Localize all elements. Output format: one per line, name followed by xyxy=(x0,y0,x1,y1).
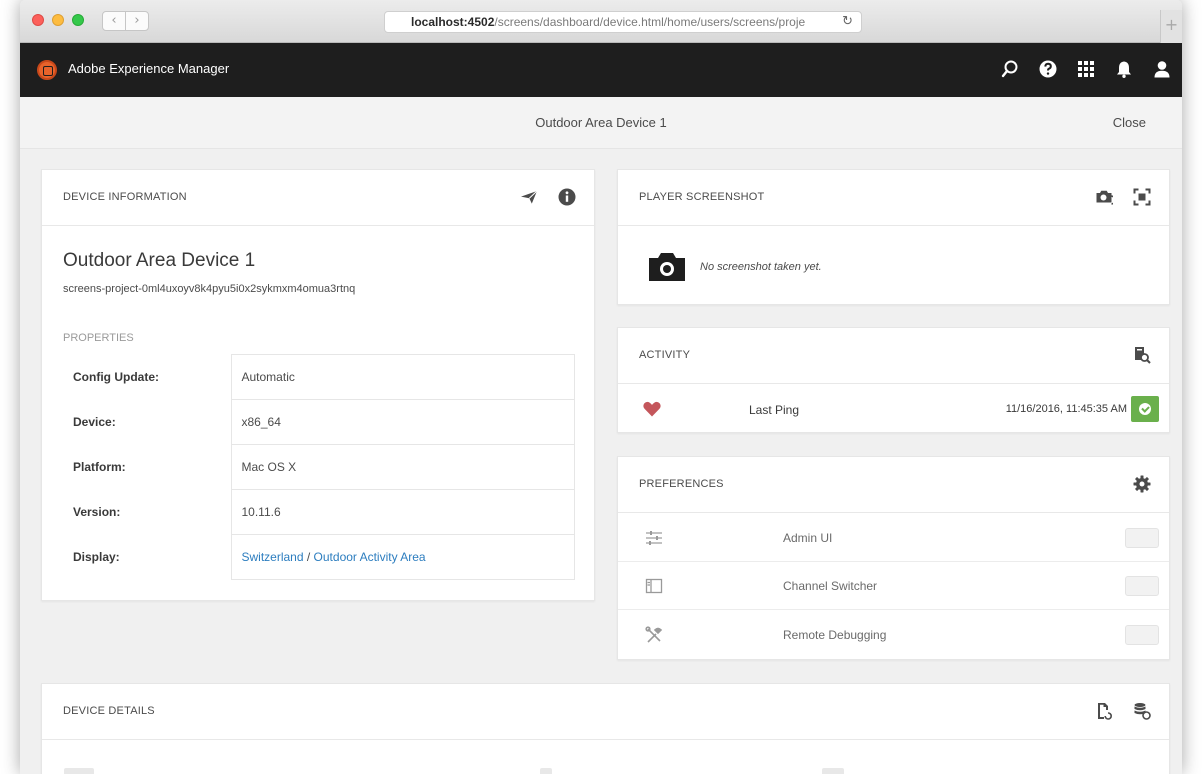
shell-title[interactable]: Adobe Experience Manager xyxy=(68,61,229,76)
property-value: 10.11.6 xyxy=(230,489,575,535)
forward-button[interactable]: › xyxy=(125,11,149,31)
card-title: ACTIVITY xyxy=(639,349,691,361)
detail-label xyxy=(822,768,844,774)
card-actions xyxy=(1133,475,1151,493)
display-link-outdoor-activity-area[interactable]: Outdoor Activity Area xyxy=(314,550,426,564)
player-screenshot-card: PLAYER SCREENSHOT No screenshot taken ye… xyxy=(617,169,1170,305)
property-key: Platform: xyxy=(63,444,232,490)
property-key: Display: xyxy=(63,534,232,580)
last-ping-label: Last Ping xyxy=(749,403,800,417)
preference-label: Channel Switcher xyxy=(783,579,878,593)
table-row: Platform: Mac OS X xyxy=(63,444,575,490)
card-title: DEVICE INFORMATION xyxy=(63,191,187,203)
search-icon[interactable] xyxy=(1000,59,1020,79)
close-window-button[interactable] xyxy=(32,14,44,26)
screenshot-empty-state: No screenshot taken yet. xyxy=(648,252,822,282)
property-value: Mac OS X xyxy=(230,444,575,490)
url-host: localhost:4502 xyxy=(411,15,495,29)
card-header: DEVICE INFORMATION xyxy=(42,170,594,226)
info-icon[interactable] xyxy=(558,188,576,206)
no-screenshot-text: No screenshot taken yet. xyxy=(700,261,822,273)
browser-titlebar: ‹ › localhost:4502/screens/dashboard/dev… xyxy=(20,0,1182,44)
browser-window: ‹ › localhost:4502/screens/dashboard/dev… xyxy=(20,0,1182,774)
device-name: Outdoor Area Device 1 xyxy=(63,250,256,271)
display-link-switzerland[interactable]: Switzerland xyxy=(242,550,304,564)
card-title: PLAYER SCREENSHOT xyxy=(639,191,765,203)
help-icon[interactable] xyxy=(1038,59,1058,79)
device-details-card: DEVICE DETAILS xyxy=(41,683,1170,774)
property-key: Config Update: xyxy=(63,354,232,400)
table-row: Display: Switzerland / Outdoor Activity … xyxy=(63,534,575,580)
card-header: PREFERENCES xyxy=(618,457,1169,513)
activity-card: ACTIVITY Last Ping 11/16/2016, 11:45:35 … xyxy=(617,327,1170,433)
export-icon[interactable] xyxy=(1095,702,1113,720)
card-title: DEVICE DETAILS xyxy=(63,705,155,717)
card-actions xyxy=(1095,702,1151,720)
close-button[interactable]: Close xyxy=(1113,115,1146,130)
shell-actions xyxy=(1000,59,1172,79)
sliders-icon xyxy=(644,528,664,548)
property-value: Automatic xyxy=(230,354,575,400)
property-value: Switzerland / Outdoor Activity Area xyxy=(230,534,575,580)
card-title: PREFERENCES xyxy=(639,478,724,490)
property-key: Version: xyxy=(63,489,232,535)
card-actions xyxy=(1095,188,1151,206)
tools-icon xyxy=(644,625,664,645)
device-information-card: DEVICE INFORMATION Outdoor Area Device 1… xyxy=(41,169,595,601)
notifications-icon[interactable] xyxy=(1114,59,1134,79)
activity-row-last-ping: Last Ping 11/16/2016, 11:45:35 AM xyxy=(618,384,1169,432)
detail-label xyxy=(64,768,94,774)
card-header: ACTIVITY xyxy=(618,328,1169,384)
user-icon[interactable] xyxy=(1152,59,1172,79)
zoom-window-button[interactable] xyxy=(72,14,84,26)
properties-label: PROPERTIES xyxy=(63,332,134,344)
send-icon[interactable] xyxy=(520,188,538,206)
back-button[interactable]: ‹ xyxy=(102,11,126,31)
card-actions xyxy=(520,188,576,206)
device-id: screens-project-0ml4uxoyv8k4pyu5i0x2sykm… xyxy=(63,283,356,295)
apps-icon[interactable] xyxy=(1076,59,1096,79)
preferences-card: PREFERENCES Admin UI Channel Switcher Re… xyxy=(617,456,1170,660)
preference-label: Admin UI xyxy=(783,531,833,545)
remote-debugging-toggle[interactable] xyxy=(1125,625,1159,645)
refresh-screenshot-icon[interactable] xyxy=(1095,188,1116,206)
page-header: Outdoor Area Device 1 Close xyxy=(20,97,1182,149)
new-tab-button[interactable]: + xyxy=(1160,10,1182,44)
aem-shell-bar: Adobe Experience Manager xyxy=(20,43,1182,97)
display-separator: / xyxy=(303,550,314,564)
aem-logo-icon[interactable] xyxy=(37,60,57,80)
minimize-window-button[interactable] xyxy=(52,14,64,26)
page-title: Outdoor Area Device 1 xyxy=(535,115,667,130)
detail-label xyxy=(540,768,552,774)
admin-ui-toggle[interactable] xyxy=(1125,528,1159,548)
card-header: PLAYER SCREENSHOT xyxy=(618,170,1169,226)
reload-button[interactable]: ↻ xyxy=(842,12,853,32)
address-bar[interactable]: localhost:4502/screens/dashboard/device.… xyxy=(384,11,862,33)
preference-label: Remote Debugging xyxy=(783,628,887,642)
properties-table: Config Update: Automatic Device: x86_64 … xyxy=(63,354,575,580)
gear-icon[interactable] xyxy=(1133,475,1151,493)
heart-icon xyxy=(642,399,662,419)
property-key: Device: xyxy=(63,399,232,445)
channel-switcher-toggle[interactable] xyxy=(1125,576,1159,596)
preference-row-channel-switcher: Channel Switcher xyxy=(618,562,1169,610)
last-ping-time: 11/16/2016, 11:45:35 AM xyxy=(1005,403,1127,415)
activity-search-icon[interactable] xyxy=(1133,346,1151,364)
preference-row-admin-ui: Admin UI xyxy=(618,514,1169,562)
card-actions xyxy=(1133,346,1151,364)
status-ok-badge xyxy=(1131,396,1159,422)
table-row: Device: x86_64 xyxy=(63,399,575,445)
table-row: Version: 10.11.6 xyxy=(63,489,575,535)
fullscreen-icon[interactable] xyxy=(1133,188,1151,206)
card-header: DEVICE DETAILS xyxy=(42,684,1169,740)
table-row: Config Update: Automatic xyxy=(63,354,575,400)
panel-icon xyxy=(644,576,664,596)
database-icon[interactable] xyxy=(1133,702,1151,720)
url-path: /screens/dashboard/device.html/home/user… xyxy=(494,15,806,29)
property-value: x86_64 xyxy=(230,399,575,445)
preference-row-remote-debugging: Remote Debugging xyxy=(618,611,1169,659)
camera-icon xyxy=(648,252,686,282)
